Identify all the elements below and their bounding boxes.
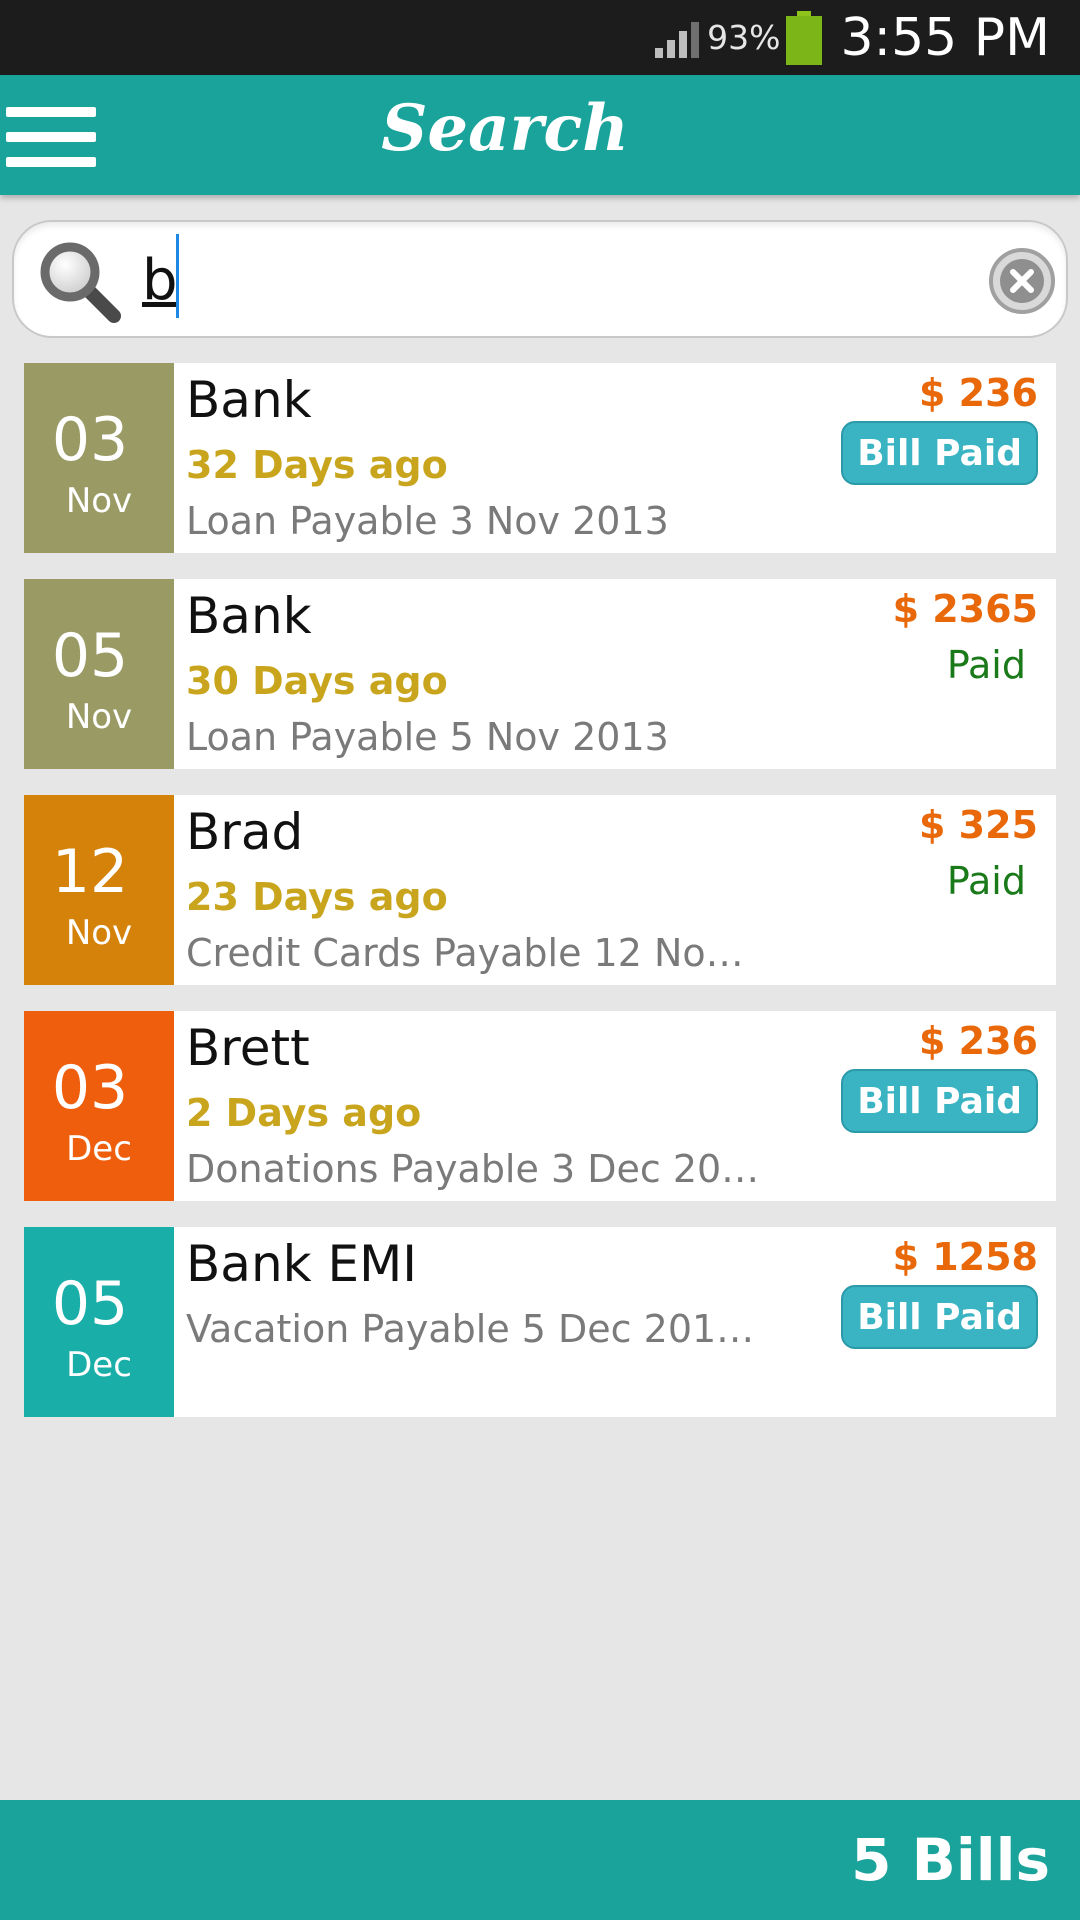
payee-name: Brad [186,803,304,861]
date-month: Dec [66,1129,132,1169]
bill-row[interactable]: 12 Nov Brad 23 Days ago Credit Cards Pay… [24,795,1056,985]
date-month: Nov [65,481,133,521]
bill-count: 5 Bills [851,1826,1050,1894]
bill-detail: Loan Payable 5 Nov 2013 [186,715,669,759]
payee-name: Bank [186,371,312,429]
date-block: 05 Nov [24,579,174,769]
bill-paid-badge[interactable]: Bill Paid [841,1285,1038,1349]
bill-detail: Credit Cards Payable 12 No… [186,931,744,975]
date-day: 03 [51,1053,129,1123]
bill-amount: $ 1258 [892,1235,1038,1279]
signal-icon [655,18,700,58]
paid-status: Paid [946,643,1026,687]
status-bar: 93% 3:55 PM [0,0,1080,75]
clear-search-icon[interactable] [987,246,1057,316]
date-day: 05 [51,1269,129,1339]
bill-amount: $ 2365 [892,587,1038,631]
payee-name: Bank EMI [186,1235,417,1293]
bill-row[interactable]: 05 Dec Bank EMI Vacation Payable 5 Dec 2… [24,1227,1056,1417]
due-text: 2 Days ago [186,1091,422,1135]
due-text: 23 Days ago [186,875,448,919]
paid-status: Paid [946,859,1026,903]
date-day: 03 [51,405,129,475]
bill-amount: $ 236 [919,1019,1038,1063]
date-block: 03 Dec [24,1011,174,1201]
battery-percent: 93% [707,18,781,57]
bill-detail: Vacation Payable 5 Dec 201… [186,1307,755,1351]
date-block: 05 Dec [24,1227,174,1417]
app-bar: Search [0,75,1080,195]
footer-bar: 5 Bills [0,1800,1080,1920]
search-icon [40,242,121,323]
date-month: Nov [65,913,133,953]
bill-detail: Loan Payable 3 Nov 2013 [186,499,669,543]
bill-amount: $ 236 [919,371,1038,415]
text-cursor [176,234,179,318]
date-month: Dec [66,1345,132,1385]
battery-icon [786,10,823,65]
date-block: 12 Nov [24,795,174,985]
payee-name: Brett [186,1019,310,1077]
bill-row[interactable]: 03 Dec Brett 2 Days ago Donations Payabl… [24,1011,1056,1201]
date-day: 05 [51,621,129,691]
bill-detail: Donations Payable 3 Dec 20… [186,1147,760,1191]
bill-paid-badge[interactable]: Bill Paid [841,1069,1038,1133]
search-bar [12,220,1068,338]
due-text: 32 Days ago [186,443,448,487]
due-text: 30 Days ago [186,659,448,703]
date-month: Nov [65,697,133,737]
date-block: 03 Nov [24,363,174,553]
page-title: Search [381,91,629,166]
clock: 3:55 PM [840,7,1050,68]
bill-amount: $ 325 [919,803,1038,847]
bill-row[interactable]: 03 Nov Bank 32 Days ago Loan Payable 3 N… [24,363,1056,553]
bill-row[interactable]: 05 Nov Bank 30 Days ago Loan Payable 5 N… [24,579,1056,769]
search-input[interactable] [142,242,942,318]
bill-list: 03 Nov Bank 32 Days ago Loan Payable 3 N… [24,363,1056,1443]
bill-paid-badge[interactable]: Bill Paid [841,421,1038,485]
date-day: 12 [51,837,129,907]
payee-name: Bank [186,587,312,645]
